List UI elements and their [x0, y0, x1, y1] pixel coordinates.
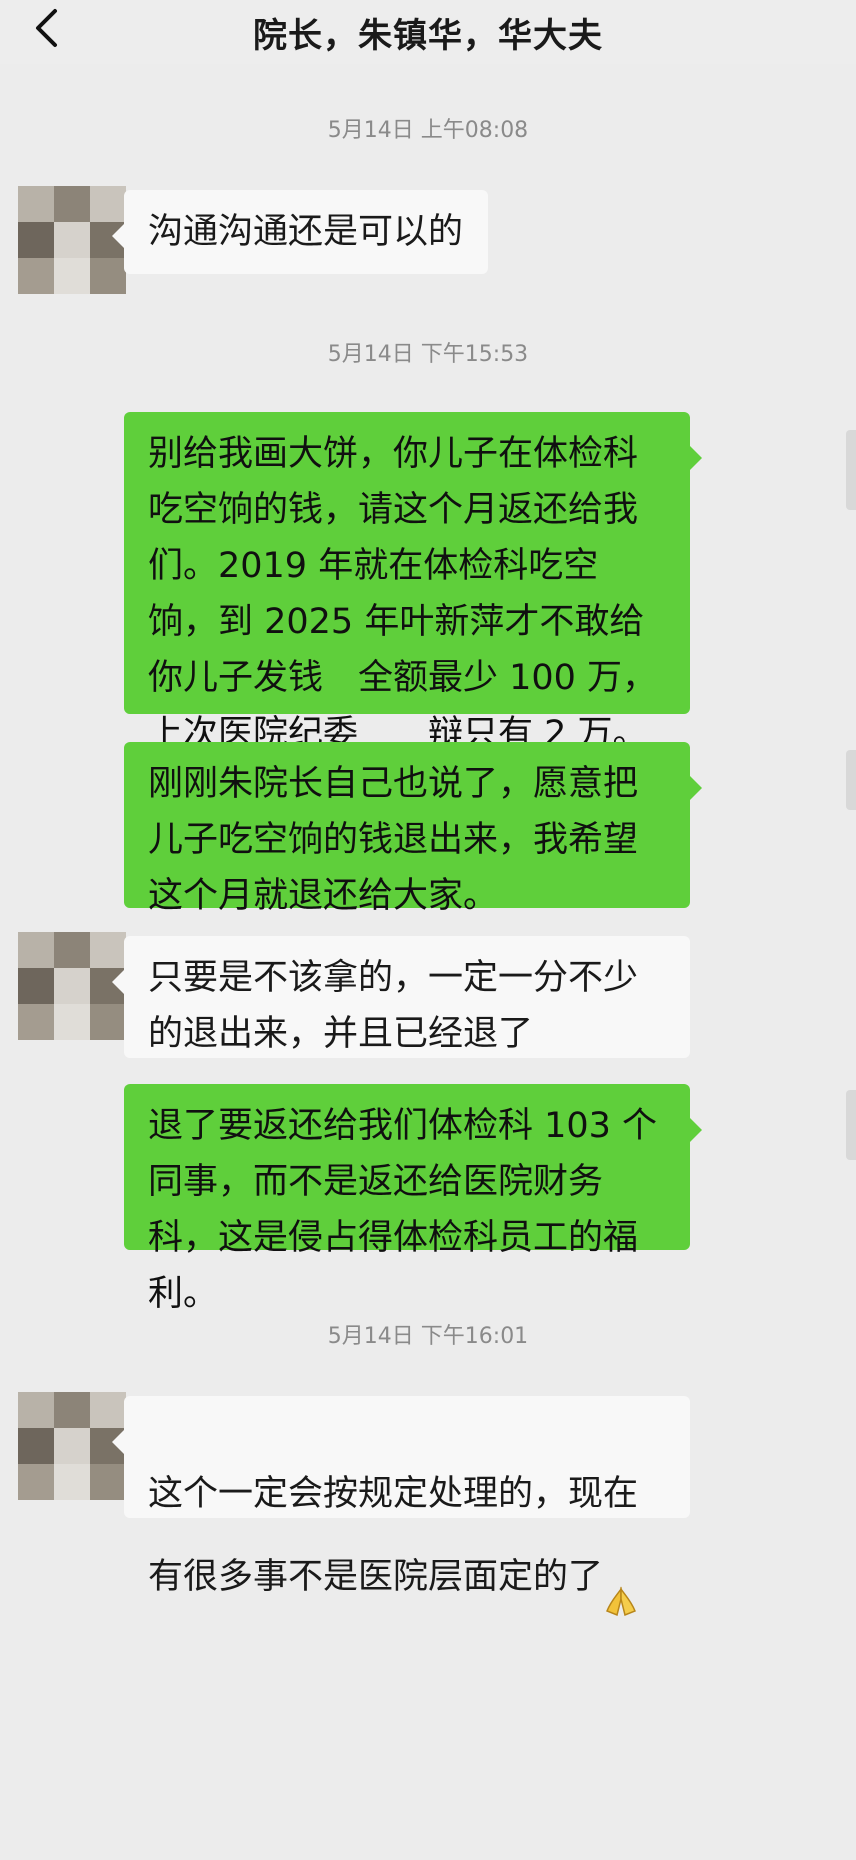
scrollbar[interactable] — [846, 430, 856, 510]
chat-header: 院长，朱镇华，华大夫 — [0, 0, 856, 64]
timestamp: 5月14日 上午08:08 — [327, 118, 529, 143]
avatar[interactable] — [18, 186, 126, 294]
folded-hands-icon — [603, 1522, 639, 1634]
avatar[interactable] — [18, 1392, 126, 1500]
sent-message[interactable]: 退了要返还给我们体检科 103 个同事，而不是返还给医院财务科，这是侵占得体检科… — [124, 1084, 702, 1314]
scrollbar[interactable] — [846, 1090, 856, 1160]
received-message[interactable]: 只要是不该拿的，一定一分不少的退出来，并且已经退了 — [112, 936, 690, 1058]
sent-message[interactable]: 刚刚朱院长自己也说了，愿意把儿子吃空饷的钱退出来，我希望这个月就退还给大家。 — [124, 742, 702, 916]
received-message[interactable]: 这个一定会按规定处理的，现在有很多事不是医院层面定的了 — [112, 1396, 690, 1617]
chat-title: 院长，朱镇华，华大夫 — [253, 16, 603, 56]
received-message[interactable]: 沟通沟通还是可以的 — [112, 190, 488, 274]
scrollbar[interactable] — [846, 750, 856, 810]
avatar[interactable] — [18, 932, 126, 1040]
message-text: 这个一定会按规定处理的，现在有很多事不是医院层面定的了 — [148, 1474, 639, 1597]
timestamp: 5月14日 下午15:53 — [327, 342, 529, 367]
sent-message[interactable]: 别给我画大饼，你儿子在体检科吃空饷的钱，请这个月返还给我们。2019 年就在体检… — [124, 412, 702, 754]
timestamp: 5月14日 下午16:01 — [327, 1324, 529, 1349]
